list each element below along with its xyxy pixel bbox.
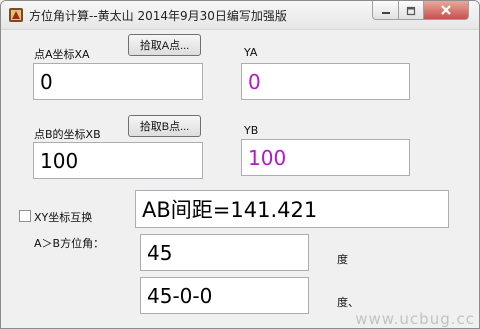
point-a-label: 点A坐标XA [34, 48, 90, 61]
azimuth-label: A＞B方位角： [34, 237, 105, 250]
azimuth-degrees-field[interactable]: 45 [140, 234, 309, 271]
dms-unit-label: 度、 [337, 296, 359, 309]
distance-display[interactable]: AB间距=141.421 [135, 190, 449, 228]
close-icon [440, 1, 452, 20]
point-b-label: 点B的坐标XB [34, 128, 101, 141]
ya-input[interactable]: 0 [241, 63, 410, 100]
yb-label: YB [244, 124, 259, 137]
pick-a-button[interactable]: 拾取A点... [128, 34, 201, 56]
xy-swap-checkbox[interactable] [19, 210, 31, 222]
xa-input[interactable]: 0 [33, 63, 203, 100]
minimize-button[interactable] [372, 1, 399, 20]
yb-input[interactable]: 100 [241, 139, 410, 176]
app-icon [8, 7, 24, 23]
minimize-icon [381, 1, 391, 20]
ya-label: YA [244, 46, 258, 59]
close-button[interactable] [423, 1, 469, 20]
watermark-text: www.ucbug.cc [355, 310, 475, 328]
azimuth-dms-field[interactable]: 45-0-0 [140, 277, 309, 314]
pick-b-button[interactable]: 拾取B点... [128, 115, 201, 137]
xy-swap-label[interactable]: XY坐标互换 [34, 209, 92, 225]
maximize-icon [406, 1, 416, 20]
maximize-button[interactable] [398, 1, 424, 20]
window-title: 方位角计算--黄太山 2014年9月30日编写加强版 [29, 9, 287, 23]
degrees-unit-label: 度 [337, 253, 348, 266]
xb-input[interactable]: 100 [33, 142, 203, 179]
title-bar[interactable]: 方位角计算--黄太山 2014年9月30日编写加强版 [1, 1, 479, 30]
main-window: 方位角计算--黄太山 2014年9月30日编写加强版 点A坐标XA 拾取A点..… [0, 0, 480, 329]
